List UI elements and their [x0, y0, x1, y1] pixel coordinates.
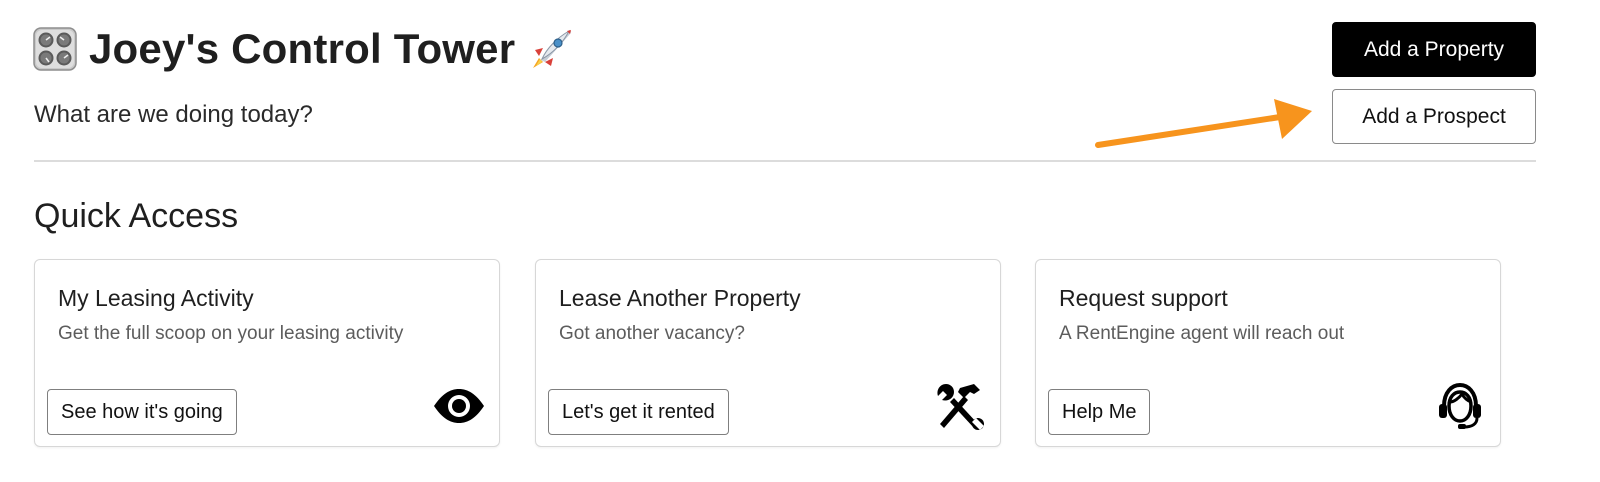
quick-access-title: Quick Access — [34, 197, 239, 235]
rocket-icon — [533, 29, 572, 68]
control-tower-page: Joey's Control Tower What are we doing t… — [0, 0, 1600, 482]
tools-icon — [937, 384, 984, 430]
card-title: My Leasing Activity — [58, 285, 254, 311]
see-how-its-going-button[interactable]: See how it's going — [47, 389, 237, 435]
card-description: Got another vacancy? — [559, 323, 745, 344]
lease-another-property-card: Lease Another Property Got another vacan… — [535, 259, 1001, 447]
page-title: Joey's Control Tower — [89, 25, 516, 72]
help-me-button[interactable]: Help Me — [1048, 389, 1151, 435]
page-header: Joey's Control Tower — [33, 24, 575, 74]
card-title: Lease Another Property — [559, 285, 801, 311]
eye-icon — [434, 389, 484, 423]
card-description: A RentEngine agent will reach out — [1059, 323, 1345, 344]
support-agent-icon — [1439, 382, 1481, 429]
card-description: Get the full scoop on your leasing activ… — [58, 323, 404, 344]
control-knobs-icon — [33, 27, 77, 71]
page-subtitle: What are we doing today? — [34, 101, 313, 128]
leasing-activity-card: My Leasing Activity Get the full scoop o… — [34, 259, 500, 447]
card-title: Request support — [1059, 285, 1228, 311]
lets-get-it-rented-button[interactable]: Let's get it rented — [548, 389, 729, 435]
add-prospect-button[interactable]: Add a Prospect — [1332, 89, 1536, 144]
header-divider — [34, 160, 1536, 162]
annotation-arrow-icon — [1095, 99, 1312, 148]
add-property-button[interactable]: Add a Property — [1332, 22, 1536, 77]
request-support-card: Request support A RentEngine agent will … — [1035, 259, 1501, 447]
